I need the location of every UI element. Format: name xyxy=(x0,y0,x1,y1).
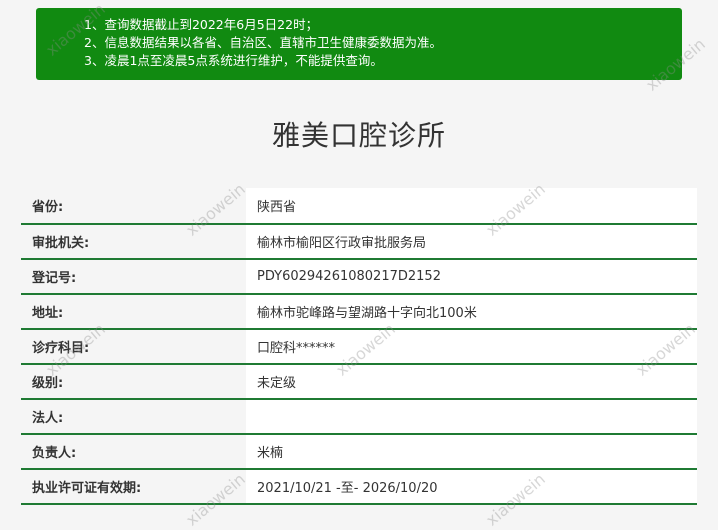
table-row: 法人: xyxy=(21,400,697,435)
row-label: 执业许可证有效期: xyxy=(21,470,246,503)
row-label: 级别: xyxy=(21,365,246,398)
table-row: 地址: 榆林市驼峰路与望湖路十字向北100米 xyxy=(21,295,697,330)
row-value: 米楠 xyxy=(257,446,284,461)
notice-banner: 1、查询数据截止到2022年6月5日22时； 2、信息数据结果以各省、自治区、直… xyxy=(36,8,682,80)
row-value: 口腔科****** xyxy=(257,341,336,356)
notice-line: 2、信息数据结果以各省、自治区、直辖市卫生健康委数据为准。 xyxy=(84,35,442,50)
row-value: 榆林市榆阳区行政审批服务局 xyxy=(257,236,427,251)
table-row: 诊疗科目: 口腔科****** xyxy=(21,330,697,365)
details-table: 省份: 陕西省 审批机关: 榆林市榆阳区行政审批服务局 登记号: PDY6029… xyxy=(21,188,697,505)
row-label: 负责人: xyxy=(21,435,246,468)
row-value: 未定级 xyxy=(257,376,297,391)
row-label: 地址: xyxy=(21,295,246,328)
table-row: 负责人: 米楠 xyxy=(21,435,697,470)
row-value: 陕西省 xyxy=(257,200,297,215)
table-row: 执业许可证有效期: 2021/10/21 -至- 2026/10/20 xyxy=(21,470,697,505)
page-title: 雅美口腔诊所 xyxy=(271,119,446,152)
row-value: 榆林市驼峰路与望湖路十字向北100米 xyxy=(257,306,477,321)
table-row: 登记号: PDY60294261080217D2152 xyxy=(21,260,697,295)
table-row: 省份: 陕西省 xyxy=(21,188,697,225)
table-row: 级别: 未定级 xyxy=(21,365,697,400)
row-label: 法人: xyxy=(21,400,246,433)
row-label: 诊疗科目: xyxy=(21,330,246,363)
row-value: PDY60294261080217D2152 xyxy=(257,269,441,284)
row-label: 审批机关: xyxy=(21,225,246,258)
notice-line: 3、凌晨1点至凌晨5点系统进行维护，不能提供查询。 xyxy=(84,53,383,68)
row-label: 省份: xyxy=(21,188,246,223)
table-row: 审批机关: 榆林市榆阳区行政审批服务局 xyxy=(21,225,697,260)
notice-line: 1、查询数据截止到2022年6月5日22时； xyxy=(84,17,319,32)
row-value xyxy=(246,400,697,433)
row-value: 2021/10/21 -至- 2026/10/20 xyxy=(257,481,438,496)
row-label: 登记号: xyxy=(21,260,246,293)
